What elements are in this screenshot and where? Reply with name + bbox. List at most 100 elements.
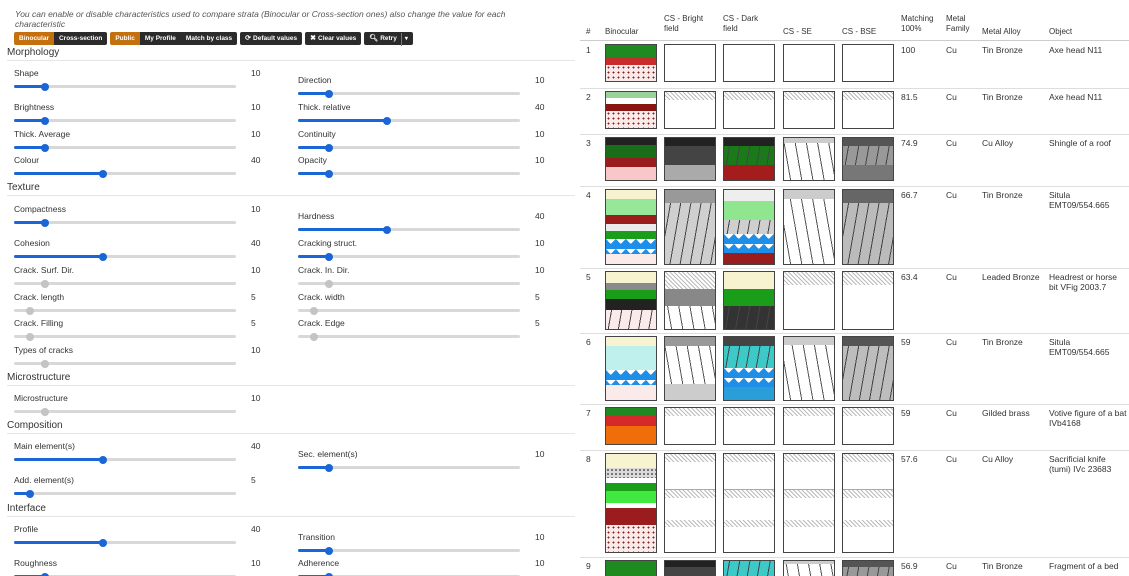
table-row[interactable]: 7 59 Cu Gilded brass Votive figure of a bat … [580,404,1129,451]
cs-bse-image[interactable] [842,189,894,265]
cs-se-image[interactable] [783,271,835,330]
slider-thumb[interactable] [382,116,391,125]
slider-track[interactable] [298,546,520,555]
slider-thumb[interactable] [41,279,50,288]
cs-dark-image[interactable] [723,407,775,445]
slider-track[interactable] [14,407,236,416]
table-row[interactable]: 5 63.4 Cu Leaded Bronze Headrest or horse bi… [580,268,1129,334]
slider-track[interactable] [298,463,520,472]
table-row[interactable]: 3 74.9 Cu Cu Alloy Shingle of a roof [580,134,1129,187]
slider-track[interactable] [298,169,520,178]
cs-dark-image[interactable] [723,560,775,576]
binocular-image[interactable] [605,336,657,401]
cs-se-image[interactable] [783,44,835,82]
slider-track[interactable] [14,169,236,178]
table-row[interactable]: 6 59 Cu Tin Bronze Situla EMT09/554.665 [580,333,1129,405]
cs-bright-image[interactable] [664,189,716,265]
cs-se-image[interactable] [783,137,835,181]
slider-track[interactable] [14,306,236,315]
cs-se-image[interactable] [783,560,835,576]
cs-bse-image[interactable] [842,271,894,330]
slider-thumb[interactable] [98,169,107,178]
slider-thumb[interactable] [325,463,334,472]
cs-bright-image[interactable] [664,336,716,401]
cs-bright-image[interactable] [664,137,716,181]
slider-track[interactable] [14,489,236,498]
slider-track[interactable] [14,218,236,227]
binocular-image[interactable] [605,560,657,576]
binocular-image[interactable] [605,271,657,330]
cs-bse-image[interactable] [842,336,894,401]
cs-bse-image[interactable] [842,407,894,445]
slider-thumb[interactable] [309,332,318,341]
cs-bright-image[interactable] [664,407,716,445]
binocular-image[interactable] [605,44,657,82]
binocular-image[interactable] [605,91,657,129]
cs-bright-image[interactable] [664,44,716,82]
cs-se-image[interactable] [783,189,835,265]
cs-dark-image[interactable] [723,91,775,129]
cs-dark-image[interactable] [723,189,775,265]
binocular-image[interactable] [605,407,657,445]
slider-track[interactable] [14,252,236,261]
slider-thumb[interactable] [98,538,107,547]
cs-bright-image[interactable] [664,453,716,553]
binocular-image[interactable] [605,137,657,181]
slider-track[interactable] [14,143,236,152]
slider-thumb[interactable] [309,306,318,315]
slider-thumb[interactable] [41,218,50,227]
slider-thumb[interactable] [325,279,334,288]
slider-thumb[interactable] [41,359,50,368]
slider-track[interactable] [14,538,236,547]
slider-thumb[interactable] [41,572,50,576]
cs-se-image[interactable] [783,91,835,129]
slider-track[interactable] [14,82,236,91]
slider-thumb[interactable] [41,143,50,152]
slider-track[interactable] [298,279,520,288]
cs-bse-image[interactable] [842,91,894,129]
slider-track[interactable] [298,225,520,234]
slider-thumb[interactable] [41,407,50,416]
slider-thumb[interactable] [41,116,50,125]
slider-track[interactable] [14,116,236,125]
slider-track[interactable] [298,143,520,152]
slider-track[interactable] [14,455,236,464]
binocular-image[interactable] [605,453,657,553]
cs-dark-image[interactable] [723,137,775,181]
slider-thumb[interactable] [25,306,34,315]
slider-thumb[interactable] [98,252,107,261]
slider-track[interactable] [14,332,236,341]
cs-bright-image[interactable] [664,560,716,576]
cs-dark-image[interactable] [723,271,775,330]
table-row[interactable]: 2 81.5 Cu Tin Bronze Axe head N11 [580,88,1129,135]
slider-thumb[interactable] [325,546,334,555]
slider-thumb[interactable] [25,332,34,341]
table-row[interactable]: 4 66.7 Cu Tin Bronze Situla EMT09/554.665 [580,186,1129,269]
cs-bse-image[interactable] [842,44,894,82]
slider-thumb[interactable] [325,572,334,576]
slider-track[interactable] [14,279,236,288]
slider-track[interactable] [298,332,520,341]
cs-se-image[interactable] [783,336,835,401]
slider-track[interactable] [14,359,236,368]
cs-bse-image[interactable] [842,137,894,181]
slider-thumb[interactable] [41,82,50,91]
slider-track[interactable] [298,89,520,98]
slider-thumb[interactable] [325,252,334,261]
slider-thumb[interactable] [325,169,334,178]
slider-track[interactable] [298,116,520,125]
slider-thumb[interactable] [98,455,107,464]
cs-bright-image[interactable] [664,91,716,129]
slider-track[interactable] [298,252,520,261]
cs-dark-image[interactable] [723,336,775,401]
cs-bse-image[interactable] [842,453,894,553]
table-row[interactable]: 1 100 Cu Tin Bronze Axe head N11 [580,41,1129,89]
cs-se-image[interactable] [783,407,835,445]
binocular-image[interactable] [605,189,657,265]
slider-thumb[interactable] [325,89,334,98]
table-row[interactable]: 9 56.9 Cu Tin Bronze Fragment of a bed [580,557,1129,576]
slider-track[interactable] [298,306,520,315]
slider-thumb[interactable] [25,489,34,498]
cs-se-image[interactable] [783,453,835,553]
table-row[interactable]: 8 57.6 Cu Cu Alloy Sacrificial knife (tumi) … [580,450,1129,558]
